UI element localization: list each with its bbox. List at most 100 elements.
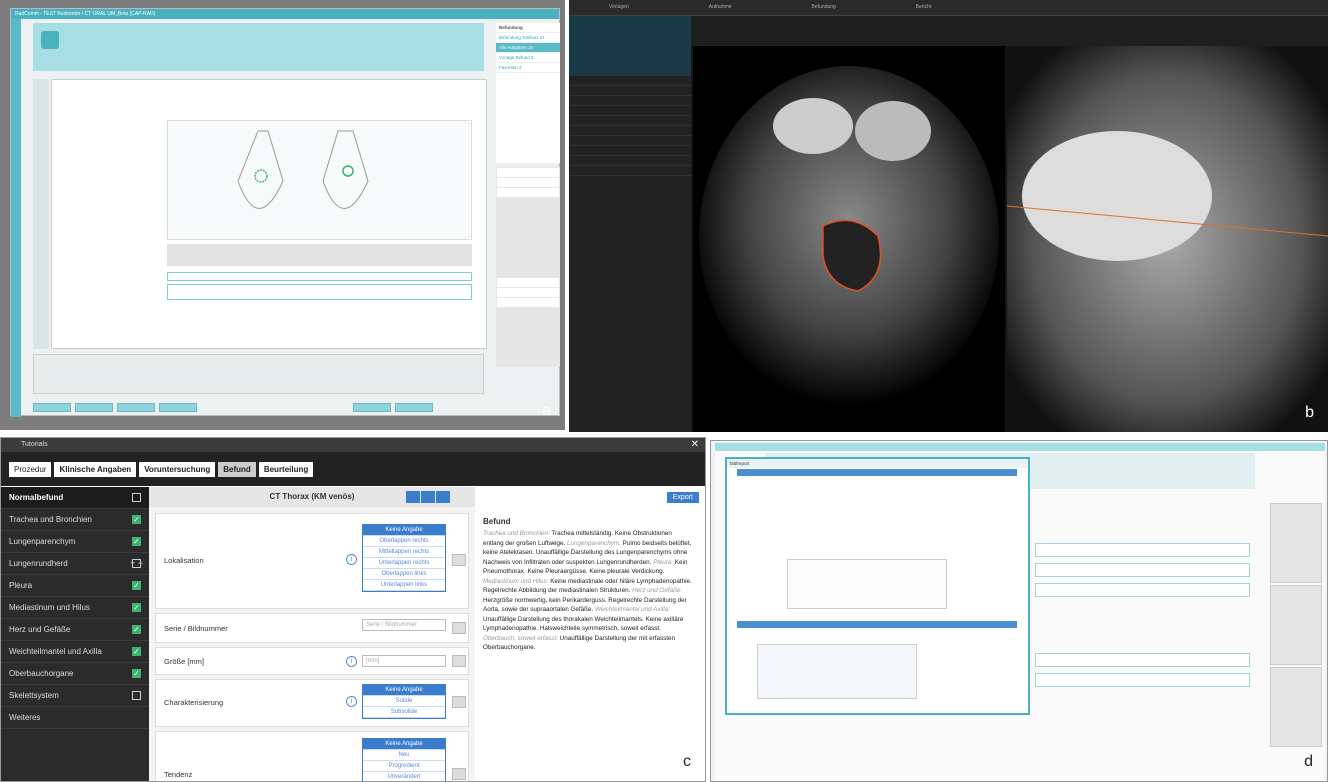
select-option[interactable]: Oberlappen links: [363, 569, 445, 580]
viewer-tab[interactable]: Befundung: [772, 0, 876, 14]
link-icon[interactable]: [452, 696, 466, 708]
link-icon[interactable]: [452, 655, 466, 667]
checkbox[interactable]: ✓: [132, 581, 141, 590]
info-icon[interactable]: i: [346, 696, 357, 707]
report-field[interactable]: [1035, 543, 1250, 557]
task-item[interactable]: Vorlage Befund 5: [496, 53, 560, 63]
text-area[interactable]: [167, 284, 472, 300]
left-sidebar[interactable]: [11, 19, 21, 417]
action-button[interactable]: [159, 403, 197, 412]
task-item[interactable]: Befundung Tonfluss 21: [496, 33, 560, 43]
select-option[interactable]: Unterlappen rechts: [363, 558, 445, 569]
tab-befund[interactable]: Befund: [218, 462, 256, 477]
select-option[interactable]: Keine Angabe: [363, 739, 445, 750]
nav-item[interactable]: Herz und Gefäße ✓: [1, 619, 149, 641]
export-button[interactable]: Export: [666, 492, 699, 503]
viewer-tab[interactable]: Bericht: [876, 0, 972, 14]
action-button[interactable]: [117, 403, 155, 412]
report-field[interactable]: [1035, 583, 1250, 597]
finding-item[interactable]: [497, 188, 559, 197]
side-tabs[interactable]: [33, 79, 49, 349]
report-row[interactable]: [569, 136, 691, 146]
report-row[interactable]: [569, 76, 691, 86]
nav-item[interactable]: Weiteres: [1, 707, 149, 729]
select-option[interactable]: Oberlappen rechts: [363, 536, 445, 547]
checkbox[interactable]: ✓: [132, 647, 141, 656]
nav-item[interactable]: Skelettsystem: [1, 685, 149, 707]
report-field[interactable]: [1035, 653, 1250, 667]
serie-input[interactable]: Serie / Bildnummer: [362, 619, 446, 631]
report-row[interactable]: [569, 96, 691, 106]
info-icon[interactable]: i: [346, 554, 357, 565]
lokalisation-select[interactable]: Keine Angabe Oberlappen rechts Mittellappe…: [362, 524, 446, 592]
report-row[interactable]: [569, 146, 691, 156]
sagittal-mri-view[interactable]: [1006, 46, 1328, 432]
select-option[interactable]: Subsolide: [363, 707, 445, 718]
nav-item[interactable]: Normalbefund: [1, 487, 149, 509]
text-input[interactable]: [167, 272, 472, 281]
viewer-toolbar[interactable]: [691, 16, 1328, 46]
select-option[interactable]: Solide: [363, 696, 445, 707]
fast-statistics-panel[interactable]: [1270, 585, 1322, 665]
checkbox[interactable]: ✓: [132, 515, 141, 524]
finding-item[interactable]: [497, 168, 559, 177]
report-row[interactable]: [569, 86, 691, 96]
link-icon[interactable]: [452, 554, 466, 566]
nav-item[interactable]: Weichteilmantel und Axilla ✓: [1, 641, 149, 663]
select-option[interactable]: Mittellappen rechts: [363, 547, 445, 558]
axial-mri-view[interactable]: [693, 46, 1005, 432]
report-row[interactable]: [569, 156, 691, 166]
viewer-tabs[interactable]: Vorlagen Aufnahme Befundung Bericht: [569, 0, 1328, 16]
task-item[interactable]: Befundung: [496, 23, 560, 33]
select-option[interactable]: Keine Angabe: [363, 525, 445, 536]
checkbox[interactable]: ✓: [132, 603, 141, 612]
select-option[interactable]: Unterlappen links: [363, 580, 445, 591]
close-icon[interactable]: ✕: [691, 439, 699, 450]
groesse-input[interactable]: [mm]: [362, 655, 446, 667]
select-option[interactable]: Neu: [363, 750, 445, 761]
tab-prozedur[interactable]: Prozedur: [9, 462, 52, 477]
task-item[interactable]: Favoriten 2: [496, 63, 560, 73]
report-row[interactable]: [569, 106, 691, 116]
exam-item[interactable]: [497, 288, 559, 297]
exam-panel[interactable]: [496, 277, 560, 367]
viewer-tab[interactable]: Vorlagen: [569, 0, 669, 14]
charakterisierung-select[interactable]: Keine Angabe Solide Subsolide: [362, 684, 446, 719]
action-button[interactable]: [353, 403, 392, 412]
nav-item[interactable]: Oberbauchorgane ✓: [1, 663, 149, 685]
task-list[interactable]: Befundung Befundung Tonfluss 21 Alle Auf…: [496, 23, 560, 163]
add-remove-icon[interactable]: + −: [130, 558, 143, 568]
link-icon[interactable]: [452, 768, 466, 780]
tendenz-select[interactable]: Keine Angabe Neu Progredient Unverändert: [362, 738, 446, 781]
nav-item[interactable]: Lungenrundherd + −: [1, 553, 149, 575]
report-row[interactable]: [569, 126, 691, 136]
info-icon[interactable]: i: [346, 656, 357, 667]
viewer-tab[interactable]: Aufnahme: [669, 0, 772, 14]
quality-manager-panel[interactable]: [1270, 503, 1322, 583]
structured-report-sidebar[interactable]: [569, 16, 691, 432]
tab-beurteilung[interactable]: Beurteilung: [258, 462, 314, 477]
nav-item[interactable]: Mediastinum und Hilus ✓: [1, 597, 149, 619]
tab-voruntersuchung[interactable]: Voruntersuchung: [139, 462, 216, 477]
link-icon[interactable]: [452, 622, 466, 634]
select-option[interactable]: Progredient: [363, 761, 445, 772]
refresh-icon[interactable]: [436, 491, 450, 503]
checkbox[interactable]: ✓: [132, 669, 141, 678]
task-item[interactable]: Alle Aufgaben 15: [496, 43, 560, 53]
finding-item[interactable]: [497, 178, 559, 187]
nav-item[interactable]: Lungenparenchym ✓: [1, 531, 149, 553]
action-button[interactable]: [33, 403, 71, 412]
checkbox[interactable]: ✓: [132, 625, 141, 634]
report-row[interactable]: [569, 116, 691, 126]
nav-item[interactable]: Trachea und Bronchien ✓: [1, 509, 149, 531]
findings-panel[interactable]: [496, 167, 560, 277]
exam-item[interactable]: [497, 278, 559, 287]
assessment-area[interactable]: [757, 644, 917, 699]
exam-item[interactable]: [497, 298, 559, 307]
select-option[interactable]: Unverändert: [363, 772, 445, 781]
checkbox[interactable]: [132, 691, 141, 700]
checkbox[interactable]: [132, 493, 141, 502]
action-button[interactable]: [75, 403, 113, 412]
report-row[interactable]: [569, 166, 691, 176]
tab-klinische-angaben[interactable]: Klinische Angaben: [54, 462, 137, 477]
